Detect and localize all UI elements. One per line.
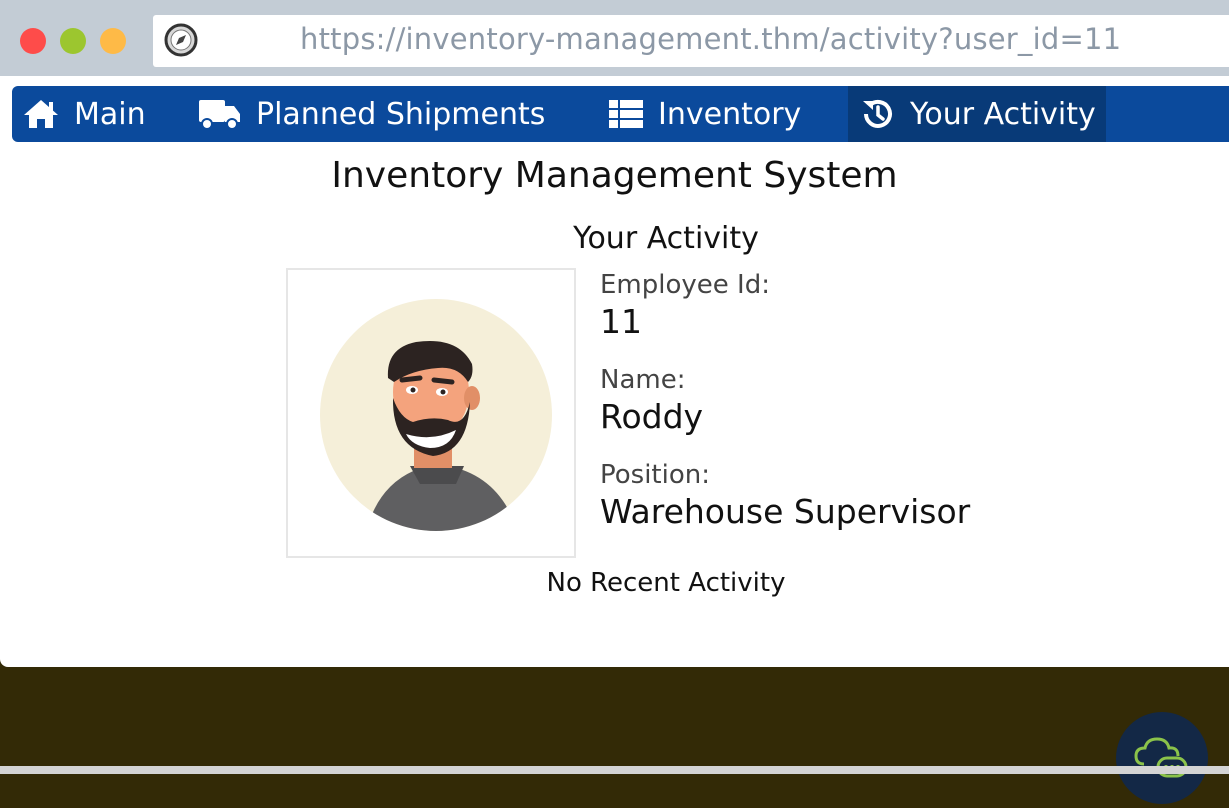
employee-name-label: Name: — [600, 365, 686, 395]
browser-window: https://inventory-management.thm/activit… — [0, 0, 1229, 667]
employee-id-value: 11 — [600, 302, 642, 341]
truck-icon — [199, 100, 240, 130]
close-window-button[interactable] — [20, 28, 46, 54]
page-title: Inventory Management System — [331, 155, 898, 196]
horizontal-scrollbar[interactable] — [0, 766, 1229, 774]
history-icon — [863, 99, 892, 128]
activity-empty-message: No Recent Activity — [546, 568, 786, 598]
employee-id-block: Employee Id: 11 — [600, 270, 770, 341]
minimize-window-button[interactable] — [100, 28, 126, 54]
nav-item-planned-shipments[interactable]: Planned Shipments — [198, 86, 545, 142]
list-icon — [609, 100, 643, 128]
nav-label-main: Main — [74, 96, 146, 132]
employee-id-label: Employee Id: — [600, 270, 770, 300]
nav-label-your-activity: Your Activity — [910, 96, 1096, 132]
employee-position-block: Position: Warehouse Supervisor — [600, 460, 970, 531]
main-navbar: Main Planned Shipments Inventory Your Ac… — [12, 86, 1229, 142]
maximize-window-button[interactable] — [60, 28, 86, 54]
chat-button[interactable] — [1116, 712, 1208, 804]
cloud-chat-icon — [1134, 737, 1188, 778]
avatar — [320, 299, 552, 531]
nav-label-planned-shipments: Planned Shipments — [256, 96, 546, 132]
browser-titlebar: https://inventory-management.thm/activit… — [0, 0, 1229, 76]
employee-name-value: Roddy — [600, 397, 704, 436]
home-icon — [24, 100, 58, 128]
nav-label-inventory: Inventory — [658, 96, 802, 132]
nav-item-inventory[interactable]: Inventory — [608, 86, 801, 142]
nav-item-main[interactable]: Main — [22, 86, 146, 142]
employee-name-block: Name: Roddy — [600, 365, 703, 436]
employee-avatar-frame — [286, 268, 576, 558]
employee-position-label: Position: — [600, 460, 710, 490]
section-title: Your Activity — [573, 221, 759, 256]
nav-item-your-activity[interactable]: Your Activity — [848, 86, 1106, 142]
url-text[interactable]: https://inventory-management.thm/activit… — [300, 22, 1121, 56]
employee-position-value: Warehouse Supervisor — [600, 492, 971, 531]
compass-icon — [164, 23, 198, 57]
